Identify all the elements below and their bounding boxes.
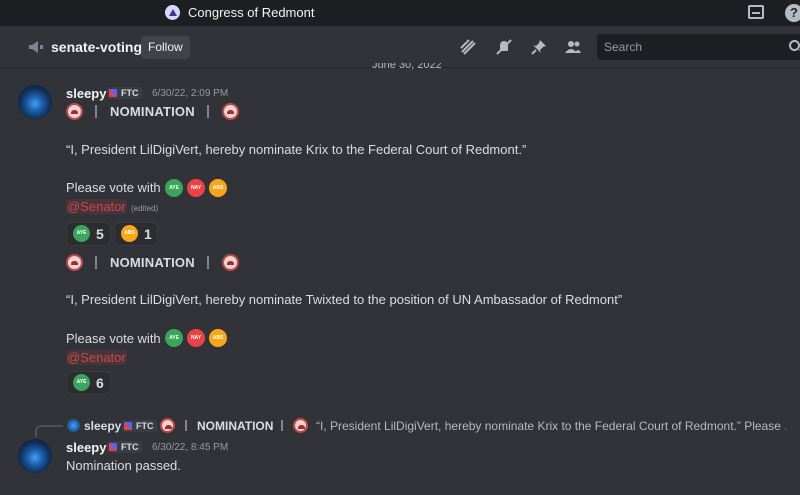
emblem-icon — [222, 103, 239, 120]
pinned-messages-icon[interactable] — [530, 38, 548, 56]
message-content: Nomination passed. — [66, 458, 181, 473]
avatar[interactable] — [18, 85, 52, 119]
edited-label: (edited) — [131, 204, 159, 213]
search-placeholder: Search — [604, 40, 643, 54]
abs-icon: ABS — [121, 225, 138, 242]
help-icon[interactable]: ? — [785, 4, 800, 22]
reaction-count: 1 — [144, 226, 152, 242]
role-tag: FTC — [122, 420, 157, 432]
role-tag: FTC — [107, 87, 142, 99]
nomination-heading: NOMINATION — [110, 255, 195, 270]
emblem-icon — [160, 418, 175, 433]
date-divider: June 30, 2022 — [372, 63, 442, 71]
member-list-icon[interactable] — [564, 38, 582, 56]
message-timestamp: 6/30/22, 2:09 PM — [152, 88, 229, 99]
server-icon — [165, 5, 180, 20]
follow-button[interactable]: Follow — [141, 36, 190, 59]
reply-avatar — [67, 419, 80, 432]
nomination-quote: “I, President LilDigiVert, hereby nomina… — [66, 292, 623, 307]
nay-icon: NAY — [187, 179, 205, 197]
emblem-icon — [293, 418, 308, 433]
emblem-icon — [66, 254, 83, 271]
vote-prompt: Please vote with — [66, 180, 161, 195]
server-name: Congress of Redmont — [188, 5, 315, 20]
announcement-channel-icon — [29, 41, 43, 53]
title-bar: Congress of Redmont ? — [0, 0, 800, 26]
emblem-icon — [222, 254, 239, 271]
emblem-icon — [66, 103, 83, 120]
search-box[interactable]: Search — [597, 34, 800, 60]
reaction-aye[interactable]: AYE 5 — [66, 222, 111, 246]
divider-bar — [207, 105, 209, 118]
reply-connector — [35, 425, 63, 437]
nomination-heading: NOMINATION — [110, 104, 195, 119]
inbox-icon[interactable] — [748, 5, 764, 19]
aye-icon: AYE — [73, 374, 90, 391]
divider-bar — [95, 256, 97, 269]
abs-icon: ABS — [209, 329, 227, 347]
nomination-quote: “I, President LilDigiVert, hereby nomina… — [66, 142, 527, 157]
role-mention[interactable]: @Senator — [66, 350, 127, 365]
reaction-count: 5 — [96, 226, 104, 242]
reply-preview[interactable]: “I, President LilDigiVert, hereby nomina… — [316, 419, 786, 433]
threads-icon[interactable] — [459, 38, 477, 56]
nay-icon: NAY — [187, 329, 205, 347]
divider-bar — [95, 105, 97, 118]
aye-icon: AYE — [165, 329, 183, 347]
divider-bar — [207, 256, 209, 269]
reaction-aye[interactable]: AYE 6 — [66, 371, 111, 395]
channel-name: senate-voting — [51, 39, 143, 55]
message-author[interactable]: sleepy — [66, 86, 106, 101]
reply-author[interactable]: sleepy — [84, 419, 121, 433]
divider-bar — [281, 420, 283, 431]
aye-icon: AYE — [165, 179, 183, 197]
channel-header: senate-voting Follow Search — [0, 26, 800, 68]
avatar[interactable] — [18, 439, 52, 473]
search-icon — [789, 40, 800, 51]
message-author[interactable]: sleepy — [66, 440, 106, 455]
role-mention[interactable]: @Senator — [66, 199, 127, 214]
aye-icon: AYE — [73, 225, 90, 242]
reaction-abs[interactable]: ABS 1 — [114, 222, 158, 246]
divider-bar — [185, 420, 187, 431]
reply-nomination-heading: NOMINATION — [197, 419, 274, 433]
message-timestamp: 6/30/22, 8:45 PM — [152, 442, 229, 453]
vote-prompt: Please vote with — [66, 331, 161, 346]
notifications-muted-icon[interactable] — [495, 38, 513, 56]
reaction-count: 6 — [96, 375, 104, 391]
abs-icon: ABS — [209, 179, 227, 197]
role-tag: FTC — [107, 441, 142, 453]
